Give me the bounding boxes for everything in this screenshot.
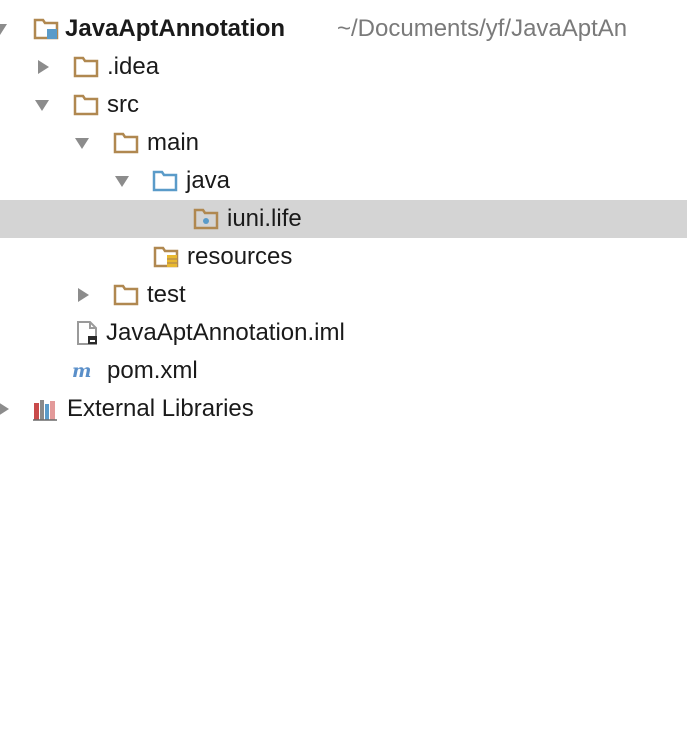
project-tree: JavaAptAnnotation ~/Documents/yf/JavaApt… [0, 10, 687, 428]
node-label-idea: .idea [107, 53, 160, 80]
tree-node-pom[interactable]: m pom.xml [0, 352, 687, 390]
node-label-resources: resources [187, 243, 293, 270]
project-name: JavaAptAnnotation [65, 15, 286, 42]
tree-node-package[interactable]: iuni.life [0, 200, 687, 238]
expand-arrow-icon[interactable] [0, 20, 9, 38]
tree-node-java[interactable]: java [0, 162, 687, 200]
node-label-libraries: External Libraries [67, 395, 254, 422]
source-root-folder-icon [152, 170, 178, 192]
tree-node-libraries[interactable]: External Libraries [0, 390, 687, 428]
libraries-icon [33, 400, 57, 421]
folder-icon [113, 284, 139, 306]
resources-folder-icon [153, 246, 179, 268]
tree-node-main[interactable]: main [0, 124, 687, 162]
collapse-arrow-icon[interactable] [0, 400, 12, 418]
tree-node-project[interactable]: JavaAptAnnotation ~/Documents/yf/JavaApt… [0, 10, 687, 48]
tree-node-resources[interactable]: resources [0, 238, 687, 276]
node-label-main: main [147, 129, 200, 156]
iml-file-icon [77, 321, 97, 345]
expand-arrow-icon[interactable] [73, 134, 91, 152]
folder-icon [73, 94, 99, 116]
expand-arrow-icon[interactable] [113, 172, 131, 190]
svg-text:m: m [72, 361, 91, 382]
tree-node-idea[interactable]: .idea [0, 48, 687, 86]
project-folder-icon [33, 18, 59, 40]
project-path: ~/Documents/yf/JavaAptAn [337, 15, 628, 42]
node-label-test: test [147, 281, 186, 308]
expand-arrow-icon[interactable] [33, 96, 51, 114]
node-label-package: iuni.life [227, 205, 302, 232]
node-label-pom: pom.xml [107, 357, 198, 384]
tree-node-iml[interactable]: JavaAptAnnotation.iml [0, 314, 687, 352]
folder-icon [73, 56, 99, 78]
collapse-arrow-icon[interactable] [34, 58, 52, 76]
node-label-iml: JavaAptAnnotation.iml [106, 319, 345, 346]
maven-icon: m [72, 361, 91, 382]
tree-node-test[interactable]: test [0, 276, 687, 314]
folder-icon [113, 132, 139, 154]
package-icon [193, 208, 219, 230]
collapse-arrow-icon[interactable] [74, 286, 92, 304]
tree-node-src[interactable]: src [0, 86, 687, 124]
node-label-src: src [107, 91, 139, 118]
node-label-java: java [186, 167, 231, 194]
